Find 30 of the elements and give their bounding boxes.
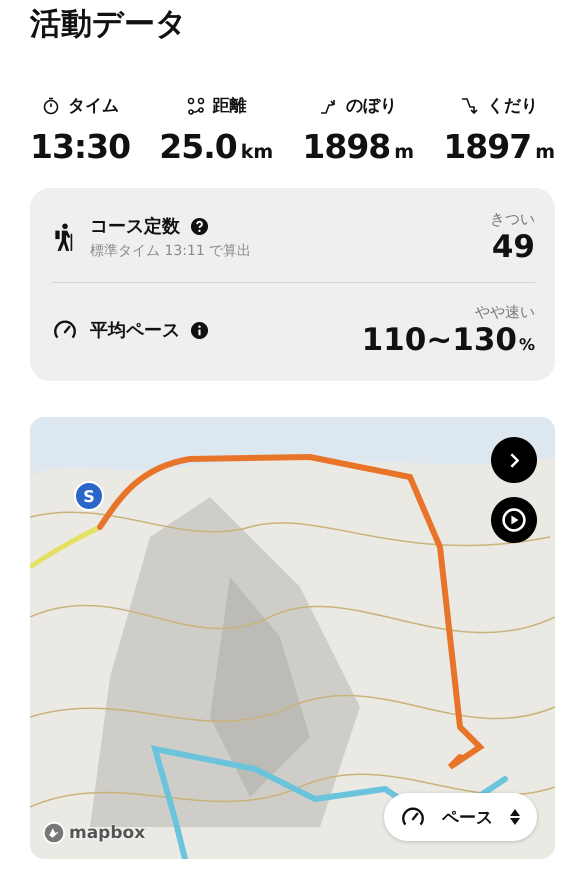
metric-label: 平均ペース (90, 319, 180, 342)
stat-unit: m (394, 141, 414, 163)
metric-unit: % (518, 334, 535, 354)
metric-label: コース定数 (90, 215, 180, 238)
stat-value: 25.0 (159, 127, 237, 166)
metric-value: 110~130 (362, 322, 517, 358)
play-icon (501, 507, 527, 533)
stat-value: 1897 (443, 127, 532, 166)
sort-icon (509, 807, 521, 827)
stat-unit: km (240, 141, 274, 163)
help-icon[interactable] (190, 216, 209, 236)
rating-label: やや速い (475, 302, 535, 322)
stat-label: タイム (68, 95, 120, 117)
stat-label: のぼり (346, 95, 398, 117)
descent-icon (460, 96, 480, 116)
metric-note: 標準タイム 13:11 で算出 (90, 242, 252, 260)
page-title: 活動データ (30, 5, 188, 44)
stat-unit: m (535, 141, 555, 163)
map-attribution: mapbox (69, 823, 146, 843)
stat-value: 13:30 (30, 127, 130, 166)
rating-label: きつい (490, 210, 535, 228)
mode-selector[interactable]: ペース (384, 793, 537, 841)
stat-value: 1898 (302, 127, 390, 166)
stat-label: くだり (487, 95, 538, 117)
metric-value: 49 (492, 228, 535, 264)
route-icon (186, 96, 206, 116)
chevron-right-icon (510, 452, 518, 468)
info-icon[interactable] (190, 320, 209, 340)
stat-label: 距離 (212, 95, 247, 117)
stopwatch-icon (41, 96, 62, 116)
